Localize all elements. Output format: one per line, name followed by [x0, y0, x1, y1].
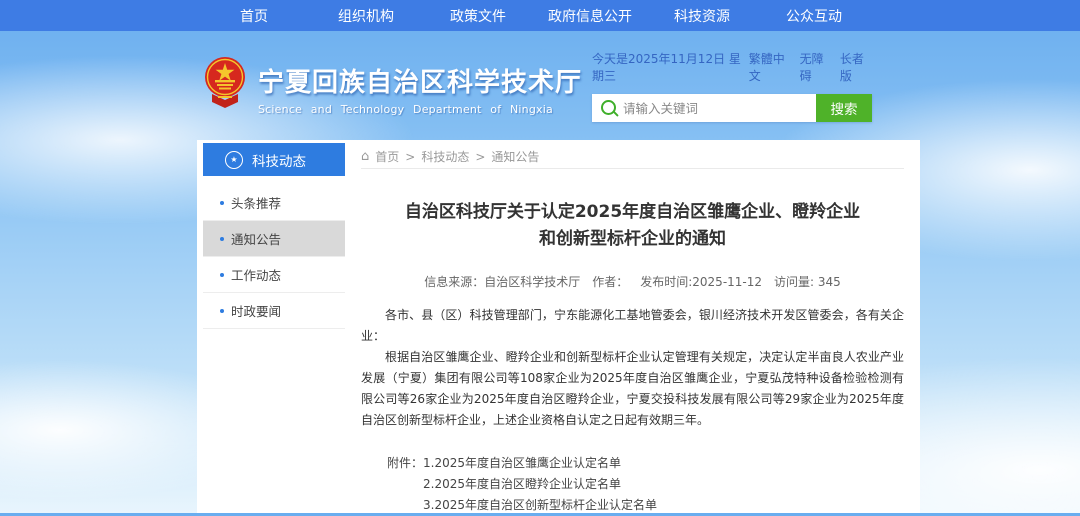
- bullet-icon: [220, 309, 224, 313]
- nav-item-organization[interactable]: 组织机构: [310, 6, 422, 26]
- sidebar-item-notices[interactable]: 通知公告: [203, 221, 345, 257]
- national-emblem-logo: [204, 56, 246, 114]
- star-circle-icon: ★: [225, 151, 243, 169]
- attachment-link-1[interactable]: 1.2025年度自治区雏鹰企业认定名单: [423, 453, 657, 474]
- nav-item-resources[interactable]: 科技资源: [646, 6, 758, 26]
- bullet-icon: [220, 201, 224, 205]
- breadcrumb: ⌂ 首页 > 科技动态 > 通知公告: [361, 145, 904, 169]
- bullet-icon: [220, 273, 224, 277]
- sidebar-item-current-news[interactable]: 时政要闻: [203, 293, 345, 329]
- site-header: 宁夏回族自治区科学技术厅 Science and Technology Depa…: [204, 56, 582, 116]
- paragraph: 根据自治区雏鹰企业、瞪羚企业和创新型标杆企业认定管理有关规定，决定认定半亩良人农…: [361, 347, 904, 431]
- search-bar: 搜索: [592, 94, 872, 122]
- breadcrumb-separator: >: [405, 150, 415, 164]
- attachments-label: 附件：: [387, 453, 423, 516]
- article-meta: 信息来源：自治区科学技术厅 作者： 发布时间:2025-11-12 访问量: 3…: [361, 273, 904, 290]
- sidebar-item-label: 头条推荐: [231, 193, 281, 212]
- nav-item-home[interactable]: 首页: [198, 6, 310, 26]
- sidebar-item-label: 时政要闻: [231, 301, 281, 320]
- meta-publish-time: 发布时间:2025-11-12: [640, 273, 762, 290]
- nav-item-interaction[interactable]: 公众互动: [758, 6, 870, 26]
- attachment-link-2[interactable]: 2.2025年度自治区瞪羚企业认定名单: [423, 474, 657, 495]
- breadcrumb-home[interactable]: 首页: [375, 148, 399, 165]
- nav-item-policy[interactable]: 政策文件: [422, 6, 534, 26]
- meta-source: 信息来源：自治区科学技术厅: [424, 273, 580, 290]
- article-title: 自治区科技厅关于认定2025年度自治区雏鹰企业、瞪羚企业 和创新型标杆企业的通知: [361, 199, 904, 253]
- sidebar-header: ★ 科技动态: [203, 143, 345, 176]
- search-input[interactable]: [592, 94, 816, 122]
- breadcrumb-separator: >: [475, 150, 485, 164]
- article-body: 各市、县（区）科技管理部门，宁东能源化工基地管委会，银川经济技术开发区管委会，各…: [361, 305, 904, 431]
- sidebar-item-label: 通知公告: [231, 229, 281, 248]
- nav-item-gov-info[interactable]: 政府信息公开: [534, 6, 646, 26]
- sidebar-item-work-trends[interactable]: 工作动态: [203, 257, 345, 293]
- meta-visits: 访问量: 345: [774, 273, 841, 290]
- main-panel: ★ 科技动态 头条推荐 通知公告 工作动态 时政要闻 ⌂: [197, 140, 920, 513]
- site-subtitle: Science and Technology Department of Nin…: [258, 103, 582, 116]
- search-button[interactable]: 搜索: [816, 94, 872, 122]
- sidebar-item-headlines[interactable]: 头条推荐: [203, 185, 345, 221]
- link-elder-version[interactable]: 长者版: [840, 50, 872, 84]
- link-traditional-chinese[interactable]: 繁體中文: [749, 50, 792, 84]
- top-navigation: 首页 组织机构 政策文件 政府信息公开 科技资源 公众互动: [0, 0, 1080, 31]
- article-content: ⌂ 首页 > 科技动态 > 通知公告 自治区科技厅关于认定2025年度自治区雏鹰…: [361, 145, 904, 516]
- site-title: 宁夏回族自治区科学技术厅: [258, 62, 582, 99]
- paragraph: 各市、县（区）科技管理部门，宁东能源化工基地管委会，银川经济技术开发区管委会，各…: [361, 305, 904, 347]
- breadcrumb-current[interactable]: 通知公告: [491, 148, 539, 165]
- sidebar-item-label: 工作动态: [231, 265, 281, 284]
- attachments-section: 附件： 1.2025年度自治区雏鹰企业认定名单 2.2025年度自治区瞪羚企业认…: [387, 453, 904, 516]
- search-icon: [601, 100, 616, 115]
- sidebar-title: 科技动态: [252, 150, 306, 170]
- current-date: 今天是2025年11月12日 星期三: [592, 50, 749, 84]
- meta-author: 作者：: [592, 273, 628, 290]
- home-icon: ⌂: [361, 149, 369, 164]
- link-accessibility[interactable]: 无障碍: [800, 50, 832, 84]
- header-utilities: 今天是2025年11月12日 星期三 繁體中文 无障碍 长者版 搜索: [592, 50, 872, 122]
- breadcrumb-section[interactable]: 科技动态: [421, 148, 469, 165]
- sidebar: ★ 科技动态 头条推荐 通知公告 工作动态 时政要闻: [203, 143, 345, 329]
- bullet-icon: [220, 237, 224, 241]
